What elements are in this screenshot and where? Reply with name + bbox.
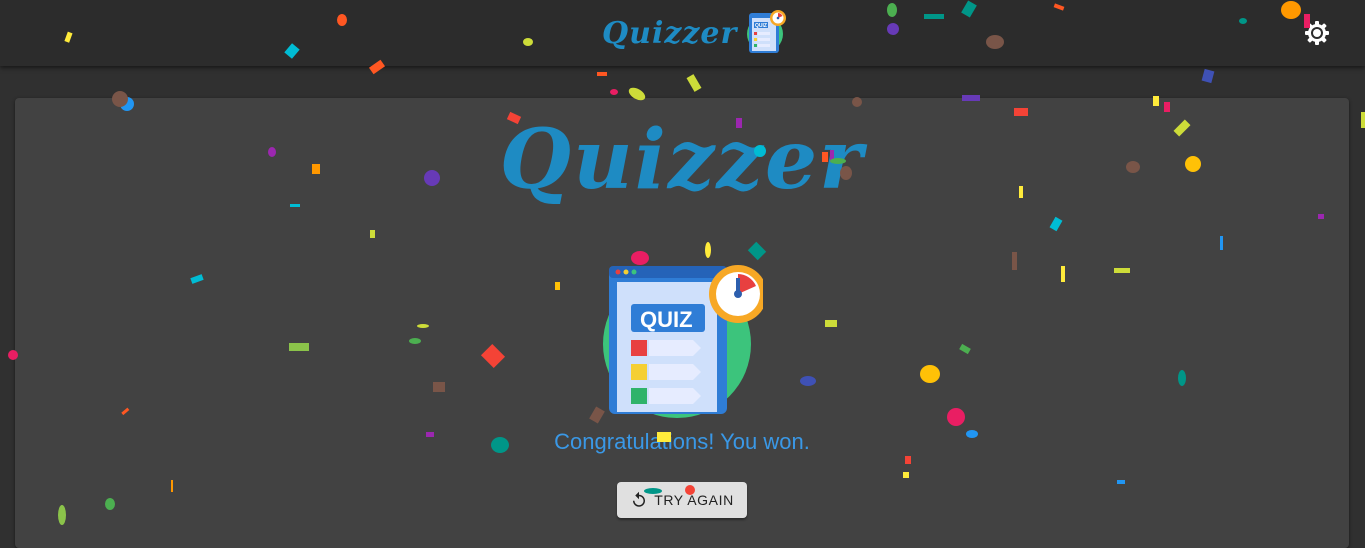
- restart-icon: [630, 491, 648, 509]
- app-title: Quizzer: [602, 16, 738, 51]
- quiz-label: QUIZ: [640, 307, 693, 332]
- hero-title: Quizzer: [499, 112, 865, 208]
- try-again-label: TRY AGAIN: [654, 492, 734, 508]
- result-card: Quizzer QUIZ Congratulations! You won. T…: [15, 98, 1349, 548]
- app-bar: Quizzer QUIZ: [0, 0, 1365, 66]
- svg-text:QUIZ: QUIZ: [755, 23, 767, 29]
- appbar-brand[interactable]: Quizzer QUIZ: [602, 8, 787, 59]
- try-again-button[interactable]: TRY AGAIN: [617, 482, 747, 518]
- result-message: Congratulations! You won.: [554, 429, 810, 454]
- brightness-icon: [1305, 21, 1329, 45]
- theme-toggle-button[interactable]: [1302, 18, 1332, 48]
- quiz-illustration-icon: QUIZ: [603, 264, 767, 424]
- quiz-logo-icon: QUIZ: [745, 8, 787, 59]
